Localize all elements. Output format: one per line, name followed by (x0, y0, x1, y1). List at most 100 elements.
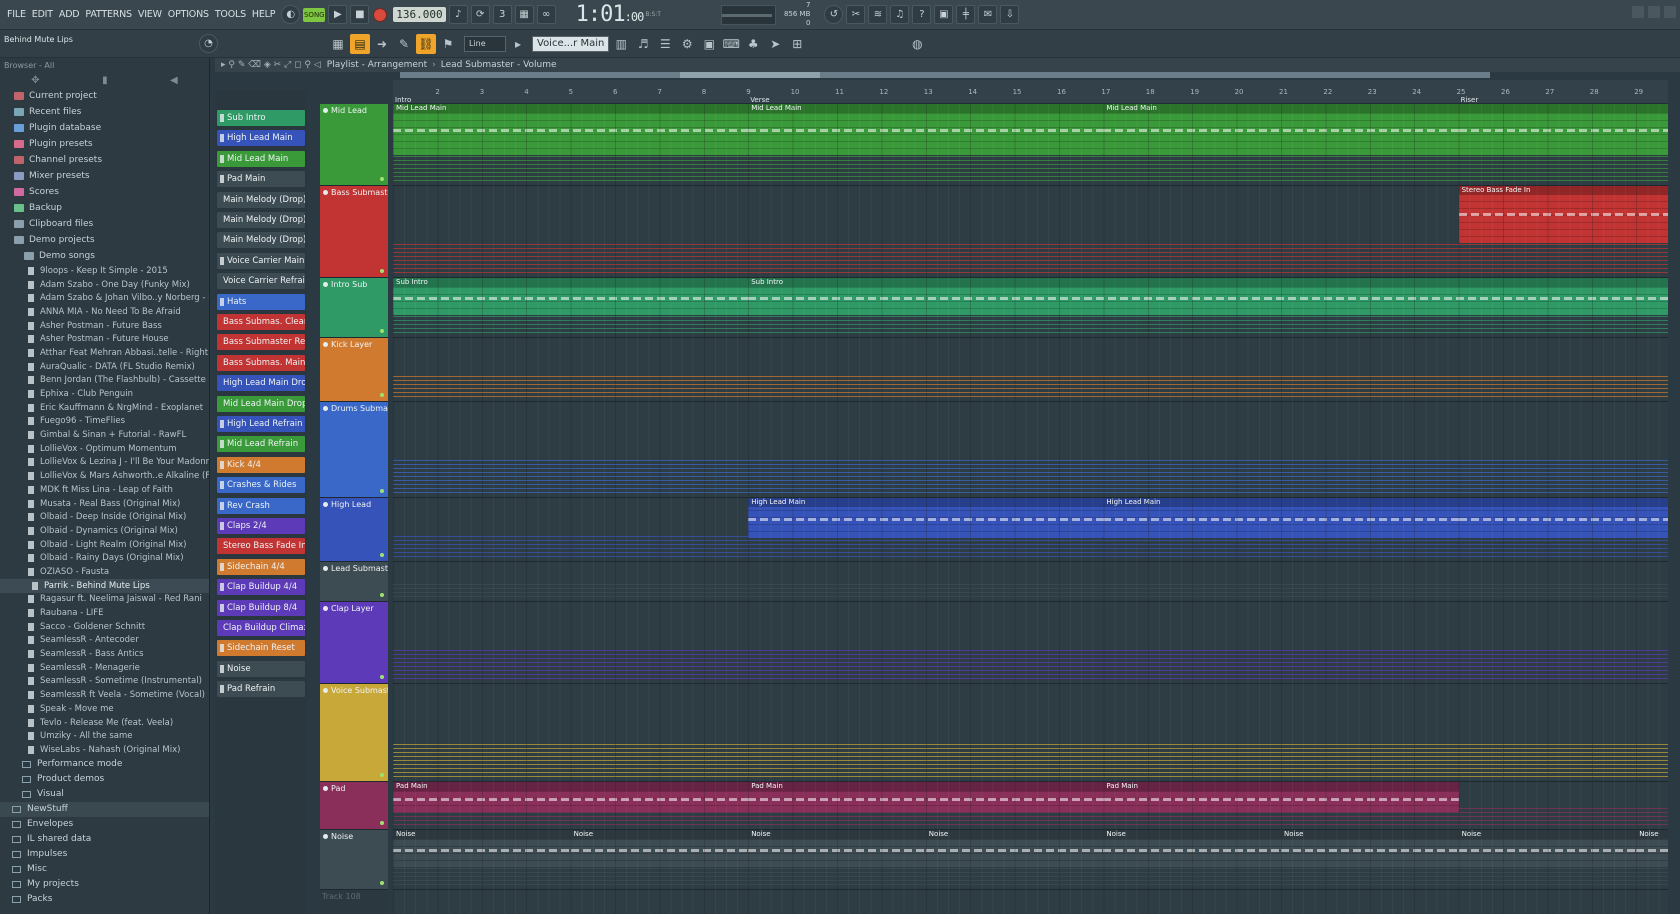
demo-song-item[interactable]: Umziky - All the same (0, 729, 209, 743)
globe-icon[interactable]: ◍ (907, 34, 927, 54)
menu-file[interactable]: FILE (4, 9, 29, 20)
demo-song-item[interactable]: WiseLabs - Nahash (Original Mix) (0, 743, 209, 757)
pattern-item[interactable]: Main Melody (Drop) #3 (217, 212, 305, 228)
track-header[interactable]: Bass Submaster (320, 186, 388, 278)
browser-folder[interactable]: My projects (0, 877, 209, 892)
track-active-icon[interactable] (323, 406, 328, 411)
pattern-item[interactable]: Mid Lead Main (217, 150, 305, 167)
browser-item[interactable]: Demo projects (0, 232, 209, 248)
demo-song-item[interactable]: LollieVox - Optimum Momentum (0, 442, 209, 456)
metronome-icon[interactable]: ♪ (448, 5, 468, 24)
wait-input-icon[interactable]: ⟳ (470, 5, 490, 24)
track-header[interactable]: Kick Layer (320, 338, 388, 402)
demo-song-item[interactable]: Ragasur ft. Neelima Jaiswal - Red Rani (0, 593, 209, 607)
track-lane[interactable]: Stereo Bass Fade In (393, 186, 1668, 278)
blend-recording-icon[interactable]: ∞ (536, 5, 556, 24)
browser-file-icon[interactable]: ▮ (102, 75, 108, 86)
track-led-icon[interactable] (380, 177, 384, 181)
demo-song-item[interactable]: AuraQualic - DATA (FL Studio Remix) (0, 360, 209, 374)
track-header[interactable]: Drums Submast.. (320, 402, 388, 498)
track-active-icon[interactable] (323, 190, 328, 195)
pattern-item[interactable]: Kick 4/4 (217, 456, 305, 473)
tempo-display[interactable]: 136.000 (393, 7, 446, 22)
browser-subfolder[interactable]: Performance mode (0, 757, 209, 772)
demo-song-item[interactable]: Tevlo - Release Me (feat. Veela) (0, 716, 209, 730)
pattern-clip[interactable]: Pad Main (393, 782, 749, 812)
time-marker[interactable]: Riser (1461, 96, 1479, 104)
pattern-item[interactable]: Bass Submaster Refrain (217, 334, 305, 351)
demo-song-item[interactable]: Olbaid - Light Realm (Original Mix) (0, 538, 209, 552)
download-icon[interactable]: ⇩ (1000, 5, 1020, 24)
track-lane[interactable] (393, 338, 1668, 402)
pencil-icon[interactable]: ✎ (394, 34, 414, 54)
track-active-icon[interactable] (323, 786, 328, 791)
plugin-icon[interactable]: ♣ (743, 34, 763, 54)
track-lane[interactable]: Sub Intro Sub Intro (393, 278, 1668, 338)
track-led-icon[interactable] (380, 881, 384, 885)
pattern-clip[interactable]: Noise (1636, 830, 1668, 868)
mixer-icon[interactable]: ╪ (956, 5, 976, 24)
demo-song-item[interactable]: Raubana - LIFE (0, 606, 209, 620)
demo-song-item[interactable]: Asher Postman - Future Bass (0, 319, 209, 333)
browser-folder[interactable]: IL shared data (0, 832, 209, 847)
close-icon[interactable] (1664, 6, 1676, 18)
browser-subfolder[interactable]: Product demos (0, 772, 209, 787)
pattern-clip[interactable]: High Lead Main (1103, 498, 1459, 538)
track-active-icon[interactable] (323, 282, 328, 287)
browser-item[interactable]: Demo songs (0, 248, 209, 264)
browser-icon[interactable]: ▣ (699, 34, 719, 54)
stamp-icon[interactable]: ⚑ (438, 34, 458, 54)
track-lane[interactable]: Pad Main Pad Main Pad Main (393, 782, 1668, 830)
track-active-icon[interactable] (323, 502, 328, 507)
pitch-knob-icon[interactable]: ◔ (199, 34, 218, 53)
track-lane[interactable] (393, 684, 1668, 782)
demo-song-item[interactable]: LollieVox & Lezina J - I'll Be Your Mado… (0, 456, 209, 470)
time-marker[interactable]: Intro (395, 96, 411, 104)
browser-item[interactable]: Mixer presets (0, 168, 209, 184)
browser-item[interactable]: Scores (0, 184, 209, 200)
pattern-item[interactable]: Main Melody (Drop) #2 (217, 232, 305, 249)
pattern-item[interactable]: Claps 2/4 (217, 518, 305, 534)
pattern-item[interactable]: Crashes & Rides (217, 477, 305, 494)
countdown-icon[interactable]: 3 (492, 5, 512, 24)
pattern-clip[interactable]: Mid Lead Main (748, 104, 1104, 155)
pattern-clip[interactable]: Mid Lead Main (1103, 104, 1459, 155)
demo-song-item[interactable]: Musata - Real Bass (Original Mix) (0, 497, 209, 511)
browser-item[interactable]: Channel presets (0, 152, 209, 168)
pattern-item[interactable]: Sub Intro (217, 110, 305, 126)
browser-folder[interactable]: Misc (0, 862, 209, 877)
pattern-item[interactable]: Noise (217, 660, 305, 677)
pattern-item[interactable]: Pad Main (217, 171, 305, 188)
pattern-item[interactable]: Bass Submas. Clean Drop (217, 314, 305, 330)
pattern-item[interactable]: Sidechain Reset (217, 640, 305, 657)
cart-icon[interactable]: ⊞ (787, 34, 807, 54)
menu-options[interactable]: OPTIONS (165, 9, 212, 20)
pattern-item[interactable]: High Lead Main Drop (217, 375, 305, 392)
demo-song-item[interactable]: Eric Kauffmann & NrgMind - Exoplanet (0, 401, 209, 415)
save-icon[interactable]: ▣ (934, 5, 954, 24)
track-lane[interactable]: Noise Noise Noise Noise Noise Noise Noise Noise (393, 830, 1668, 890)
record-button[interactable] (373, 7, 388, 22)
plugin-picker-icon[interactable]: ⚙ (677, 34, 697, 54)
track-lane[interactable] (393, 562, 1668, 602)
song-mode-toggle[interactable]: SONG (303, 7, 326, 22)
track-header[interactable]: Pad (320, 782, 388, 830)
demo-song-item[interactable]: SeamlessR - Bass Antics (0, 647, 209, 661)
track-led-icon[interactable] (380, 593, 384, 597)
step-edit-icon[interactable]: ▦ (514, 5, 534, 24)
pattern-item[interactable]: Stereo Bass Fade In (217, 538, 305, 555)
chevron-right-icon[interactable]: ▸ (508, 34, 528, 54)
demo-song-item[interactable]: SeamlessR - Sometime (Instrumental) (0, 675, 209, 689)
track-lane[interactable]: High Lead Main High Lead Main (393, 498, 1668, 562)
master-volume-knob-icon[interactable]: ◐ (281, 5, 301, 24)
demo-song-item[interactable]: Parrik - Behind Mute Lips (0, 578, 209, 593)
browser-folder[interactable]: Envelopes (0, 817, 209, 832)
track-lane[interactable]: Mid Lead Main Mid Lead Main Mid Lead Main (393, 104, 1668, 186)
playlist-tools-icon[interactable]: ▸ ⚲ ✎ ⌫ ◈ ✂ ⤢ ◻ ⚲ ◁ (221, 60, 321, 70)
pattern-clip[interactable]: Stereo Bass Fade In (1458, 186, 1668, 244)
track-active-icon[interactable] (323, 566, 328, 571)
snap-selector[interactable]: Line (464, 35, 506, 52)
pattern-clip[interactable]: Noise (1281, 830, 1459, 868)
pattern-item[interactable]: Bass Submas. Main Drop (217, 354, 305, 371)
track-header[interactable]: Intro Sub (320, 278, 388, 338)
